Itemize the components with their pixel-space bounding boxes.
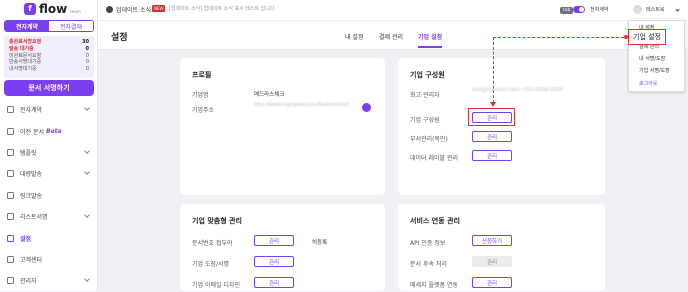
sidebar-item-old-docs[interactable]: 이전 문서 Beta	[0, 120, 98, 141]
stat-row[interactable]: 내서명대기중 0	[9, 66, 89, 73]
company-stamp-label: 기업 도장/서명	[192, 261, 230, 268]
sidebar-item-list-sign[interactable]: 리스트서명	[0, 206, 98, 227]
user-name[interactable]: 테스트북	[646, 6, 664, 13]
members-label: 기업 구성원	[410, 117, 440, 124]
chevron-down-icon	[84, 212, 90, 218]
update-news-link[interactable]: 업데이트 소식	[116, 5, 151, 14]
tab-billing[interactable]: 결제 관리	[379, 32, 403, 41]
sidebar-item-link-send[interactable]: 링크발송	[0, 185, 98, 206]
flow-logo-icon: f	[24, 2, 36, 15]
service-segment: 전자계약 전자결재	[4, 20, 94, 32]
doc-followup-label: 문서 후속 처리	[410, 261, 447, 268]
sign-document-button[interactable]: 문서 서명하기	[4, 80, 94, 96]
dropdown-item-logout[interactable]: 로그아웃	[639, 80, 657, 87]
sidebar-item-template[interactable]: 템플릿	[0, 142, 98, 163]
beta-badge: Beta	[46, 127, 62, 135]
dropdown-item-my-stamp[interactable]: 내 서명/도장	[639, 55, 665, 62]
super-admin-label: 최고 관리자	[410, 92, 440, 99]
stat-row[interactable]: 총완료서명요청 30	[9, 39, 89, 46]
top-bar: 업데이트 소식 NEW [업데이트 소식] 업데이트 소식 표시 테스트 입니다…	[98, 0, 688, 20]
archive-icon	[7, 127, 14, 135]
chevron-down-icon	[84, 105, 90, 111]
stat-row[interactable]: 발송 대기중 0	[9, 46, 89, 53]
email-design-label: 기업 이메일 디자인	[192, 282, 240, 289]
sidebar-item-bulk-send[interactable]: 대량발송	[0, 163, 98, 184]
logo[interactable]: f flow team	[24, 1, 81, 16]
doc-prefix-label: 문서번호 접두어	[192, 240, 233, 247]
edit-icon[interactable]	[362, 103, 371, 112]
document-icon	[7, 106, 14, 114]
new-badge: NEW	[152, 5, 166, 12]
headset-icon	[7, 255, 14, 263]
profile-card: 프로필 기업명 메드라스체크 기업주소 http://www.signglow.…	[180, 58, 385, 195]
message-platform-label: 메세지 플랫폼 연동	[410, 282, 458, 289]
sidebar-menu: 전자계약 이전 문서 Beta 템플릿 대량발송 링크발송 리스트서명 설정 고객…	[0, 99, 98, 292]
page-header: 설정 내 설정 결제 관리 기업 설정	[98, 20, 688, 50]
service-integration-card: 서비스 연동 관리 API 인증 정보 신청하기 문서 후속 처리 관리 메세지…	[398, 204, 605, 291]
service-toggle[interactable]	[573, 6, 585, 13]
logo-text: flow	[39, 1, 68, 16]
department-label: 부서관리(복민)	[410, 136, 448, 143]
company-settings-callout[interactable]: 기업 설정	[628, 29, 666, 45]
sidebar-item-contract[interactable]: 전자계약	[0, 99, 98, 120]
sidebar-item-support[interactable]: 고객센터	[0, 249, 98, 270]
manage-department-button[interactable]: 관리	[472, 131, 512, 142]
tab-badge: tab	[560, 7, 574, 14]
link-icon	[7, 191, 14, 199]
api-info-label: API 인증 정보	[410, 240, 446, 247]
members-card: 기업 구성원 최고 관리자 test@contract.com / 010-00…	[398, 58, 605, 195]
tab-company-settings[interactable]: 기업 설정	[418, 32, 443, 48]
doc-prefix-status: 허등록	[312, 240, 328, 246]
callout-arrow-line	[493, 37, 494, 103]
chevron-down-icon	[84, 169, 90, 176]
list-icon	[7, 213, 14, 221]
chevron-down-icon	[84, 276, 90, 282]
company-address-value: http://www.signglow.com/flowcontract	[254, 102, 350, 108]
manage-followup-button[interactable]: 관리	[472, 256, 512, 267]
manage-doc-prefix-button[interactable]: 관리	[254, 235, 294, 246]
callout-arrow-dot	[624, 35, 628, 39]
bulk-send-icon	[7, 170, 14, 178]
apply-api-button[interactable]: 신청하기	[472, 235, 512, 246]
manage-message-platform-button[interactable]: 관리	[472, 277, 512, 288]
callout-arrow-head	[490, 102, 496, 107]
tab-my-settings[interactable]: 내 설정	[345, 32, 363, 41]
sidebar: f flow team 전자계약 전자결재 총완료서명요청 30 발송 대기중 0 …	[0, 0, 98, 291]
super-admin-value: test@contract.com / 010-0000-0000	[472, 87, 564, 93]
manage-data-label-button[interactable]: 관리	[472, 150, 512, 161]
gear-icon	[7, 234, 14, 242]
megaphone-icon	[106, 6, 113, 13]
card-title: 프로필	[192, 71, 212, 79]
sidebar-item-settings[interactable]: 설정	[0, 227, 98, 248]
page-title: 설정	[111, 33, 128, 43]
template-icon	[7, 148, 14, 156]
logo-sub: team	[70, 9, 81, 14]
segment-contract[interactable]: 전자계약	[5, 21, 49, 31]
service-switch-label: 전자계약	[590, 7, 609, 13]
update-message[interactable]: [업데이트 소식] 업데이트 소식 표시 테스트 입니다.	[169, 5, 276, 12]
segment-approval[interactable]: 전자결재	[49, 21, 93, 31]
chevron-down-icon[interactable]	[675, 7, 680, 12]
custom-management-card: 기업 맞춤형 관리 문서번호 접두어 관리 허등록 기업 도장/서명 관리 기업…	[180, 204, 385, 291]
card-title: 서비스 연동 관리	[410, 217, 460, 225]
company-name-value: 메드라스체크	[254, 92, 285, 98]
data-label-label: 데이터 레이블 관리	[410, 155, 458, 162]
user-avatar[interactable]	[633, 5, 642, 14]
manage-stamp-button[interactable]: 관리	[254, 256, 294, 267]
callout-arrow-line	[493, 37, 624, 38]
admin-icon	[7, 277, 14, 285]
dropdown-item-company-stamp[interactable]: 기업 서명/도장	[639, 67, 670, 74]
manage-members-button[interactable]: 관리	[472, 112, 512, 123]
card-title: 기업 구성원	[410, 71, 445, 79]
company-name-label: 기업명	[192, 92, 209, 99]
chevron-down-icon	[84, 147, 90, 154]
stats-panel: 총완료서명요청 30 발송 대기중 0 미완료문서요청 0 반송서명대기중 0 내서명대…	[4, 36, 94, 78]
sidebar-item-admin[interactable]: 관리자	[0, 270, 98, 291]
manage-email-design-button[interactable]: 관리	[254, 277, 294, 288]
company-address-label: 기업주소	[192, 107, 215, 114]
card-title: 기업 맞춤형 관리	[192, 217, 242, 225]
